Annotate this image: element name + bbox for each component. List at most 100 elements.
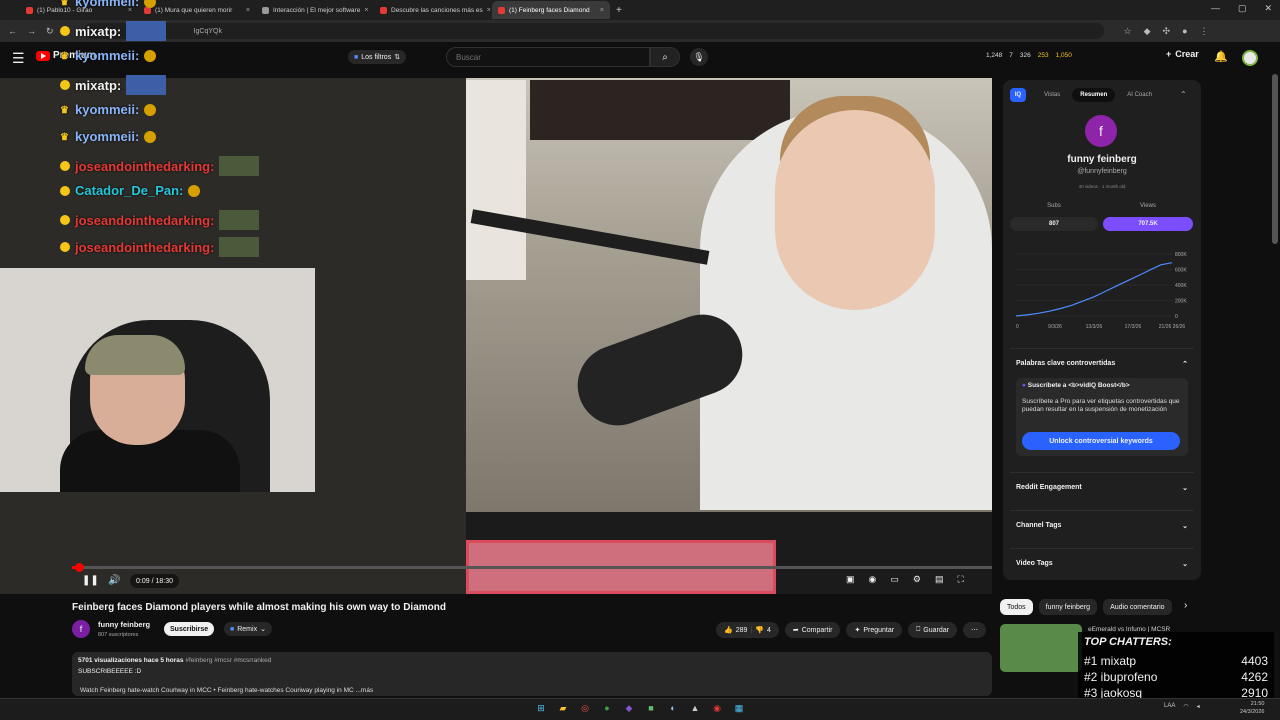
channel-avatar[interactable]: f bbox=[72, 620, 90, 638]
extension-icon[interactable]: ◆ bbox=[1144, 26, 1151, 37]
vidiq-icon[interactable]: ▣ bbox=[846, 574, 855, 585]
user-badge-icon bbox=[60, 26, 70, 36]
chat-username: kyommeii: bbox=[75, 102, 140, 117]
steam-icon[interactable]: ◐ bbox=[666, 701, 680, 715]
recommended-video-thumbnail[interactable] bbox=[1000, 624, 1082, 672]
channel-name[interactable]: funny feinberg bbox=[98, 620, 150, 629]
chip-audio-commentary[interactable]: Audio comentario bbox=[1103, 599, 1172, 615]
star-icon[interactable]: ☆ bbox=[1124, 26, 1132, 37]
progress-bar[interactable] bbox=[72, 566, 992, 569]
thumbs-down-icon: 👎 bbox=[755, 627, 764, 634]
notifications-bell-icon[interactable]: 🔔 bbox=[1214, 50, 1228, 63]
tab-resumen[interactable]: Resumen bbox=[1072, 88, 1116, 102]
file-explorer-icon[interactable]: ▰ bbox=[556, 701, 570, 715]
chat-username: kyommeii: bbox=[75, 129, 140, 144]
section-video-tags[interactable]: Video Tags ⌄ bbox=[1010, 548, 1194, 578]
info-icon: ● bbox=[1022, 382, 1026, 389]
settings-gear-icon[interactable]: ⚙ bbox=[913, 574, 921, 585]
obs-icon[interactable]: ◉ bbox=[710, 701, 724, 715]
forward-icon[interactable]: → bbox=[27, 26, 36, 36]
reload-icon[interactable]: ↻ bbox=[46, 26, 54, 37]
chat-message: ♛ kyommeii: bbox=[60, 48, 157, 63]
account-avatar[interactable] bbox=[1242, 50, 1258, 66]
taskbar-clock[interactable]: 21:50 24/3/2026 bbox=[1240, 700, 1264, 716]
address-bar-row: ← → ↻ IgCqYQk ☆ ◆ ✣ ● ⋮ bbox=[0, 20, 1280, 42]
maximize-icon[interactable]: ▢ bbox=[1238, 3, 1247, 14]
close-icon[interactable]: × bbox=[246, 7, 250, 14]
chevron-down-icon: ⌄ bbox=[1182, 560, 1188, 568]
puzzle-icon[interactable]: ✣ bbox=[1163, 26, 1171, 37]
search-button[interactable]: ⌕ bbox=[650, 47, 680, 67]
volume-icon[interactable]: 🔊 bbox=[108, 575, 120, 586]
chrome-icon[interactable]: ◎ bbox=[578, 701, 592, 715]
subs-toggle[interactable]: 807 bbox=[1010, 217, 1098, 231]
profile-icon[interactable]: ● bbox=[1182, 26, 1187, 37]
site-icon bbox=[262, 6, 269, 14]
collapse-icon[interactable]: ⌃ bbox=[1180, 90, 1187, 99]
close-window-icon[interactable]: ✕ bbox=[1264, 3, 1272, 14]
miniplayer-icon[interactable]: ▤ bbox=[935, 574, 944, 585]
progress-scrubber[interactable] bbox=[75, 563, 84, 572]
minecraft-icon[interactable]: ■ bbox=[644, 701, 658, 715]
section-channel-tags[interactable]: Channel Tags ⌄ bbox=[1010, 510, 1194, 540]
browser-tab[interactable]: Interacción | El mejor software × bbox=[256, 1, 374, 19]
section-controversial-keywords[interactable]: Palabras clave controvertidas ⌃ bbox=[1010, 348, 1194, 378]
share-button[interactable]: ➦ Compartir bbox=[784, 622, 841, 638]
window-controls: — ▢ ✕ bbox=[1211, 3, 1272, 14]
speaker-icon[interactable]: ◂ bbox=[1197, 703, 1200, 710]
system-tray: LAA ◠ ◂ bbox=[1164, 703, 1200, 710]
remix-button[interactable]: ■ Remix ⌄ bbox=[224, 622, 272, 636]
voice-search-button[interactable]: 🎙 bbox=[690, 48, 708, 66]
browser-tab-bar: (1) Pablo10 - Girao × (1) Mura que quiere… bbox=[0, 0, 1280, 20]
video-actions: 👍 289 | 👎 4 ➦ Compartir ✦ Preguntar ⎕ Guardar ⋯ bbox=[716, 622, 986, 638]
new-tab-button[interactable]: + bbox=[616, 5, 622, 16]
chart-y-tick: 600K bbox=[1175, 268, 1187, 274]
create-button[interactable]: + Crear bbox=[1166, 49, 1199, 59]
page-scrollbar[interactable] bbox=[1272, 74, 1278, 244]
browser-tab-active[interactable]: (1) Feinberg faces Diamond × bbox=[492, 1, 610, 19]
minimize-icon[interactable]: — bbox=[1211, 3, 1220, 14]
more-actions-button[interactable]: ⋯ bbox=[962, 622, 986, 638]
wifi-icon[interactable]: ◠ bbox=[1183, 703, 1188, 710]
views-toggle[interactable]: 707.5K bbox=[1103, 217, 1193, 231]
unlock-keywords-button[interactable]: Unlock controversial keywords bbox=[1022, 432, 1180, 450]
close-icon[interactable]: × bbox=[364, 7, 368, 14]
like-button[interactable]: 👍 289 | 👎 4 bbox=[716, 622, 779, 638]
spotify-icon[interactable]: ● bbox=[600, 701, 614, 715]
fullscreen-icon[interactable]: ⛶ bbox=[957, 574, 963, 585]
subtitles-icon[interactable]: ▭ bbox=[890, 574, 899, 585]
close-icon[interactable]: × bbox=[600, 7, 604, 14]
browser-tab[interactable]: Descubre las canciones más es × bbox=[374, 1, 492, 19]
hashtags[interactable]: #feinberg #mcsr #mcsrranked bbox=[185, 657, 271, 664]
description-links[interactable]: Watch Feinberg hate-watch Courlway in MC… bbox=[80, 687, 373, 694]
section-reddit-engagement[interactable]: Reddit Engagement ⌄ bbox=[1010, 472, 1194, 502]
filters-button[interactable]: ■ Los filtros ⇅ bbox=[348, 50, 407, 64]
ask-button[interactable]: ✦ Preguntar bbox=[846, 622, 903, 638]
chevron-right-icon[interactable]: › bbox=[1184, 600, 1187, 611]
kebab-menu-icon[interactable]: ⋮ bbox=[1200, 26, 1209, 37]
menu-icon[interactable]: ☰ bbox=[12, 50, 25, 67]
app-icon[interactable]: ▦ bbox=[732, 701, 746, 715]
chat-message: joseandointhedarking: bbox=[60, 237, 260, 257]
tab-ai-coach[interactable]: AI Coach bbox=[1119, 88, 1160, 102]
app-icon[interactable]: ▲ bbox=[688, 701, 702, 715]
pause-icon[interactable]: ❚❚ bbox=[82, 575, 99, 586]
chat-emote bbox=[144, 103, 157, 116]
filter-sliders-icon: ⇅ bbox=[394, 54, 401, 61]
tab-vistas[interactable]: Vistas bbox=[1036, 88, 1068, 102]
autoplay-toggle[interactable]: ◉ bbox=[869, 574, 877, 585]
chip-all[interactable]: Todos bbox=[1000, 599, 1033, 615]
url-field[interactable]: IgCqYQk bbox=[83, 23, 1104, 39]
back-icon[interactable]: ← bbox=[8, 26, 17, 36]
save-button[interactable]: ⎕ Guardar bbox=[908, 622, 957, 638]
discord-icon[interactable]: ◆ bbox=[622, 701, 636, 715]
stat-value: 326 bbox=[1019, 52, 1031, 59]
subscribe-button[interactable]: Suscribirse bbox=[164, 622, 215, 636]
vidiq-stats-bar[interactable]: 1,248 7 326 253 1,050 bbox=[986, 52, 1072, 59]
microphone-icon: 🎙 bbox=[693, 51, 705, 62]
close-icon[interactable]: × bbox=[487, 7, 491, 14]
chip-channel[interactable]: funny feinberg bbox=[1038, 599, 1098, 615]
search-input[interactable] bbox=[446, 47, 650, 67]
time-display: 0:09 / 18:30 bbox=[130, 574, 179, 588]
windows-start-icon[interactable]: ⊞ bbox=[534, 701, 548, 715]
